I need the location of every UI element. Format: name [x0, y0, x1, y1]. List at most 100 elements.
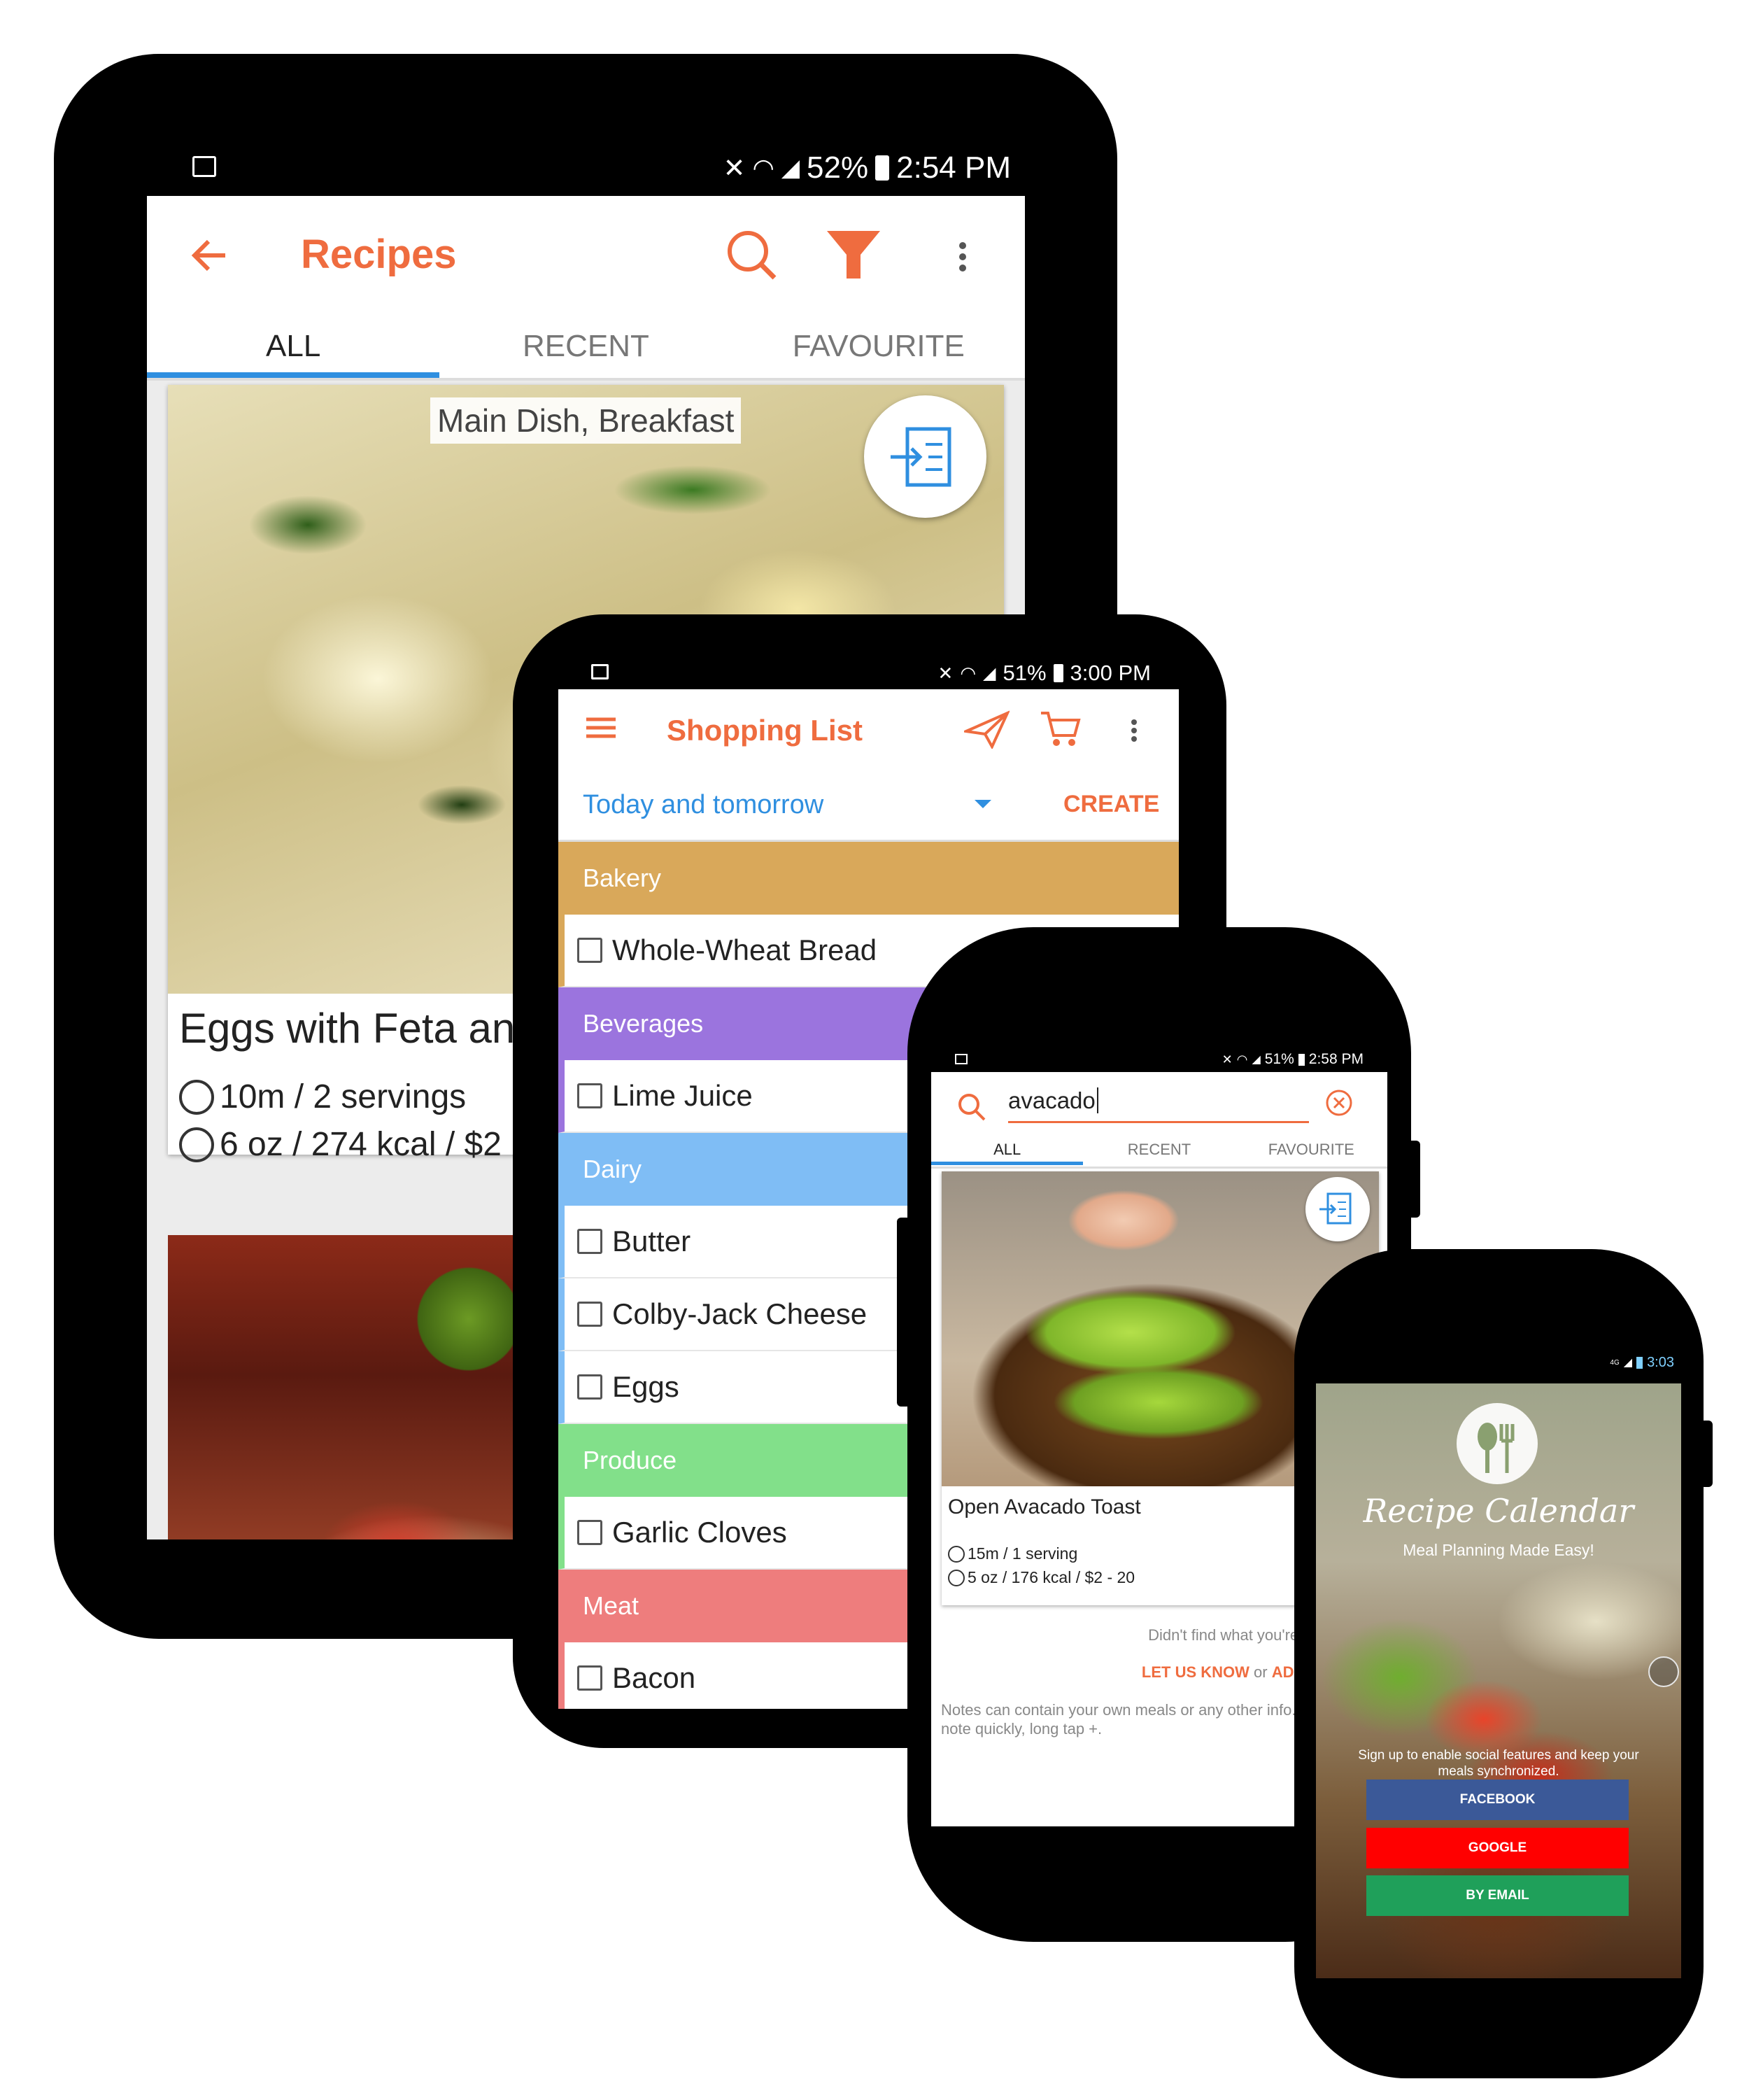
item-checkbox[interactable]	[577, 1374, 602, 1400]
clock-icon	[179, 1079, 214, 1115]
add-to-calendar-button[interactable]	[864, 395, 986, 518]
app-toolbar: Shopping List Today and tomorrow CREATE	[558, 689, 1179, 843]
battery-percent: 51%	[1264, 1051, 1294, 1067]
tab-favourite[interactable]: FAVOURITE	[1235, 1141, 1387, 1162]
fork-knife-icon	[948, 1569, 965, 1586]
item-label: Lime Juice	[612, 1079, 753, 1112]
battery-icon	[1298, 1053, 1305, 1066]
network-type: 4G	[1610, 1358, 1620, 1367]
nutrition-row: 5 oz / 176 kcal / $2 - 20	[948, 1568, 1135, 1587]
tab-all[interactable]: ALL	[147, 329, 439, 371]
recipe-title: Eggs with Feta an	[179, 1005, 516, 1052]
create-button[interactable]: CREATE	[1063, 791, 1159, 818]
cart-icon[interactable]	[1040, 710, 1082, 749]
hamburger-menu-icon[interactable]	[586, 717, 616, 738]
item-checkbox[interactable]	[577, 938, 602, 963]
facebook-button[interactable]: FACEBOOK	[1366, 1780, 1629, 1820]
send-icon[interactable]	[964, 710, 1010, 749]
active-tab-indicator	[931, 1162, 1083, 1165]
item-label: Eggs	[612, 1370, 679, 1403]
recipe-tabs: ALL RECENT FAVOURITE	[147, 329, 1025, 371]
category-name: Bakery	[583, 864, 662, 892]
clock: 2:54 PM	[896, 150, 1011, 185]
item-label: Butter	[612, 1225, 691, 1257]
item-label: Colby-Jack Cheese	[612, 1297, 868, 1330]
tab-recent[interactable]: RECENT	[439, 329, 732, 371]
time-servings-row: 15m / 1 serving	[948, 1544, 1077, 1563]
fork-knife-icon	[179, 1127, 214, 1162]
period-select[interactable]: Today and tomorrow	[583, 787, 1003, 822]
add-to-calendar-icon	[891, 427, 951, 487]
phone-search-status-bar: ✕ ◠ ◢ 51% 2:58 PM	[931, 1048, 1387, 1071]
back-arrow-icon[interactable]	[189, 234, 231, 276]
signal-icon: ◢	[1252, 1054, 1261, 1066]
signal-icon: ◢	[781, 155, 800, 181]
search-input[interactable]: avacado	[1008, 1087, 1309, 1123]
clear-search-icon[interactable]	[1325, 1089, 1353, 1117]
recipe-tabs: ALL RECENT FAVOURITE	[931, 1141, 1387, 1162]
chevron-down-icon	[975, 800, 991, 808]
tab-recent[interactable]: RECENT	[1083, 1141, 1235, 1162]
recipe-nutrition: 5 oz / 176 kcal / $2 - 20	[968, 1568, 1135, 1586]
recipe-nutrition: 6 oz / 274 kcal / $2	[220, 1126, 502, 1163]
tablet-small-status-bar: ✕ ◠ ◢ 51% 3:00 PM	[558, 656, 1179, 691]
image-notification-icon	[591, 664, 609, 679]
tagline: Meal Planning Made Easy!	[1403, 1541, 1594, 1559]
category-name: Beverages	[583, 1009, 704, 1038]
filter-icon[interactable]	[826, 230, 882, 282]
clock: 3:00 PM	[1070, 661, 1151, 685]
tab-all[interactable]: ALL	[931, 1141, 1083, 1162]
clock: 2:58 PM	[1308, 1051, 1364, 1067]
search-input-value: avacado	[1008, 1087, 1098, 1113]
battery-icon	[1053, 664, 1063, 682]
item-checkbox[interactable]	[577, 1665, 602, 1691]
search-bar: avacado ALL RECENT FAVOURITE	[931, 1072, 1387, 1169]
item-label: Bacon	[612, 1661, 696, 1694]
add-to-calendar-button[interactable]	[1305, 1177, 1370, 1241]
mute-icon: ✕	[937, 662, 954, 684]
signal-icon: ◢	[983, 663, 996, 683]
email-button[interactable]: BY EMAIL	[1366, 1875, 1629, 1916]
recipe-time-servings: 10m / 2 servings	[220, 1078, 467, 1115]
wifi-icon: ◠	[752, 153, 774, 182]
search-icon[interactable]	[724, 227, 780, 283]
brand-name: Recipe Calendar	[1363, 1492, 1634, 1530]
tab-favourite[interactable]: FAVOURITE	[732, 329, 1025, 371]
category-header[interactable]: Bakery	[558, 842, 1179, 915]
period-select-value: Today and tomorrow	[583, 789, 824, 819]
image-notification-icon	[192, 156, 216, 177]
active-tab-indicator	[147, 372, 439, 378]
page-title: Shopping List	[667, 714, 863, 747]
let-us-know-link[interactable]: LET US KNOW	[1142, 1663, 1249, 1681]
mute-icon: ✕	[723, 153, 746, 183]
signal-icon: ◢	[1623, 1357, 1633, 1369]
overflow-menu-icon[interactable]	[1131, 719, 1138, 742]
search-icon	[956, 1092, 987, 1122]
phone-search-side-button	[897, 1218, 911, 1407]
mute-icon: ✕	[1222, 1052, 1233, 1066]
app-logo-icon	[1457, 1403, 1538, 1484]
item-checkbox[interactable]	[577, 1520, 602, 1545]
signup-text: Sign up to enable social features and ke…	[1358, 1748, 1639, 1779]
nutrition-row: 6 oz / 274 kcal / $2	[179, 1125, 502, 1164]
image-notification-icon	[955, 1054, 968, 1064]
add-to-calendar-icon	[1319, 1192, 1352, 1225]
category-name: Meat	[583, 1591, 639, 1620]
time-servings-row: 10m / 2 servings	[179, 1078, 466, 1116]
google-button[interactable]: GOOGLE	[1366, 1828, 1629, 1868]
phone-search-power-button	[1408, 1141, 1420, 1218]
category-tag: Main Dish, Breakfast	[430, 397, 742, 444]
clock-icon	[948, 1545, 965, 1563]
recipe-time-servings: 15m / 1 serving	[968, 1544, 1078, 1563]
phone-login-screen: Recipe Calendar Meal Planning Made Easy!…	[1316, 1383, 1681, 1978]
battery-icon	[875, 155, 890, 181]
battery-percent: 52%	[807, 150, 869, 185]
category-name: Dairy	[583, 1155, 642, 1183]
overflow-menu-icon[interactable]	[958, 241, 967, 272]
item-checkbox[interactable]	[577, 1302, 602, 1327]
phone-login-power-button	[1700, 1421, 1713, 1487]
item-checkbox[interactable]	[577, 1229, 602, 1254]
next-arrow-icon[interactable]	[1648, 1656, 1679, 1687]
item-label: Garlic Cloves	[612, 1516, 787, 1549]
item-checkbox[interactable]	[577, 1083, 602, 1108]
